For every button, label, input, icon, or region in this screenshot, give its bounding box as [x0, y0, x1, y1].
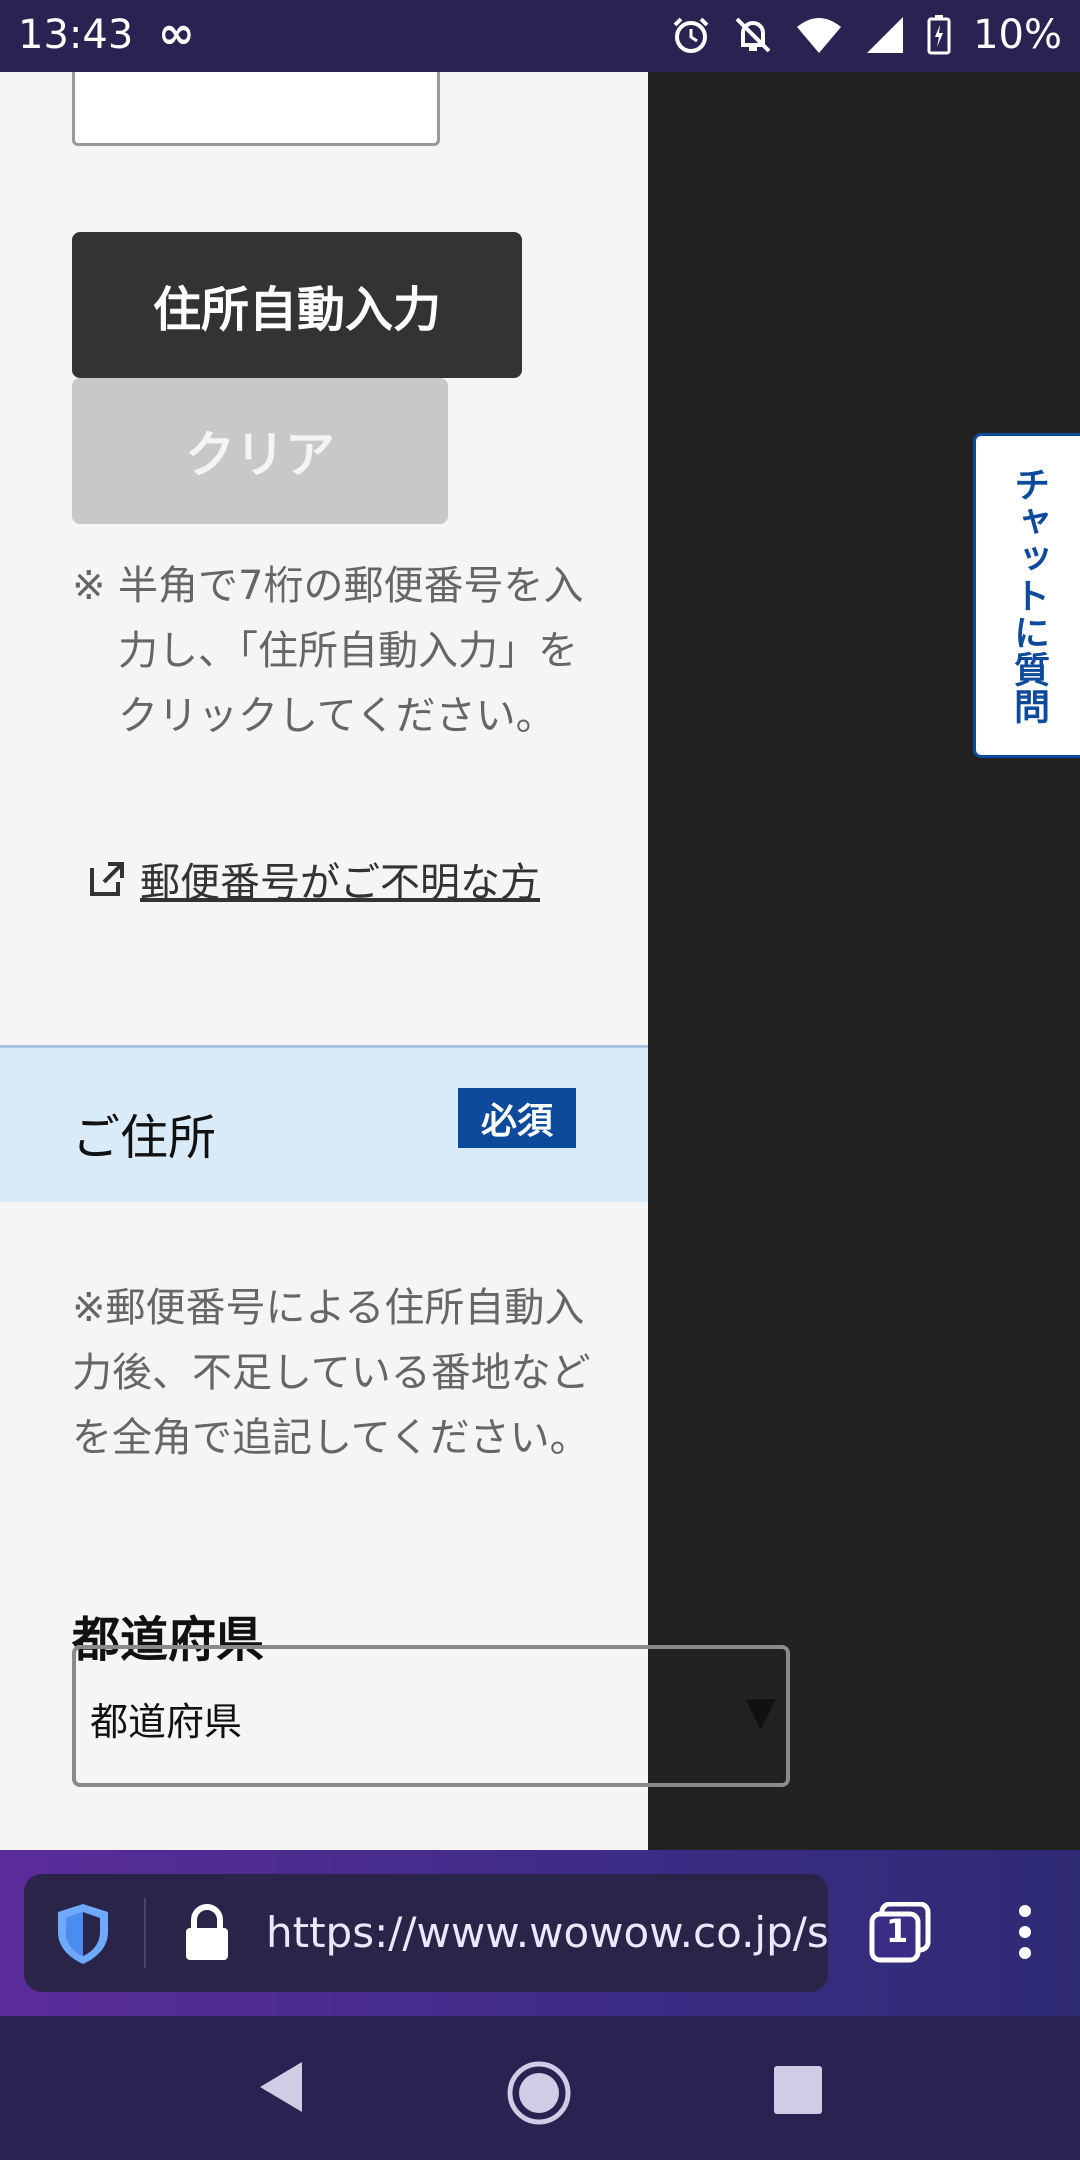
postal-code-lookup-link[interactable]: 郵便番号がご不明な方 [88, 850, 540, 908]
chat-question-tab[interactable]: チャットに質問 [973, 433, 1080, 758]
back-icon[interactable] [256, 2060, 306, 2114]
postal-code-input[interactable] [72, 72, 440, 146]
url-divider [144, 1898, 146, 1968]
status-icons: 10% [671, 12, 1062, 58]
system-nav-bar [0, 2016, 1080, 2160]
recent-apps-icon[interactable] [774, 2066, 822, 2114]
chat-question-label: チャットに質問 [1008, 466, 1049, 725]
tab-count: 1 [886, 1912, 909, 1950]
postal-code-note: ※ 半角で7桁の郵便番号を入力し、「住所自動入力」をクリックしてください。 [72, 554, 592, 749]
home-icon[interactable] [506, 2060, 572, 2126]
address-autofill-button[interactable]: 住所自動入力 [72, 232, 522, 378]
chevron-down-icon: ▼ [745, 1689, 776, 1735]
url-bar[interactable]: https://www.wowow.co.jp/s [24, 1874, 828, 1992]
postal-code-lookup-label: 郵便番号がご不明な方 [140, 860, 540, 906]
page-content: 住所自動入力 クリア ※ 半角で7桁の郵便番号を入力し、「住所自動入力」をクリッ… [0, 72, 648, 1850]
note-mark: ※ [72, 563, 106, 609]
notifications-off-icon [735, 17, 771, 53]
section-title: ご住所 [72, 1110, 217, 1166]
required-badge: 必須 [458, 1088, 576, 1148]
battery-icon [927, 15, 951, 55]
overflow-menu-button[interactable] [1012, 1904, 1038, 1964]
postal-code-note-text: 半角で7桁の郵便番号を入力し、「住所自動入力」をクリックしてください。 [118, 563, 584, 739]
clear-button[interactable]: クリア [72, 378, 448, 524]
external-link-icon [90, 862, 124, 896]
clock: 13:43 [18, 12, 134, 58]
shield-icon[interactable] [54, 1902, 112, 1966]
browser-toolbar: https://www.wowow.co.jp/s 1 [0, 1850, 1080, 2016]
tabs-button[interactable]: 1 [868, 1901, 932, 1968]
overlay-backdrop [648, 72, 1080, 1850]
lock-icon [186, 1904, 228, 1960]
wifi-icon [797, 18, 842, 53]
battery-percent: 10% [973, 12, 1062, 58]
more-vertical-icon [1019, 1905, 1031, 1959]
address-note: ※郵便番号による住所自動入力後、不足している番地などを全角で追記してください。 [72, 1285, 591, 1461]
prefecture-select[interactable]: 都道府県 ▼ [72, 1645, 790, 1787]
url-text[interactable]: https://www.wowow.co.jp/s [266, 1908, 828, 1957]
alarm-icon [673, 17, 709, 53]
signal-icon [867, 17, 904, 53]
prefecture-select-value: 都道府県 [90, 1700, 243, 1744]
address-section-header: ご住所 必須 [0, 1045, 648, 1202]
status-bar: 13:43 ∞ 10% [0, 0, 1080, 72]
infinity-icon: ∞ [158, 8, 195, 59]
